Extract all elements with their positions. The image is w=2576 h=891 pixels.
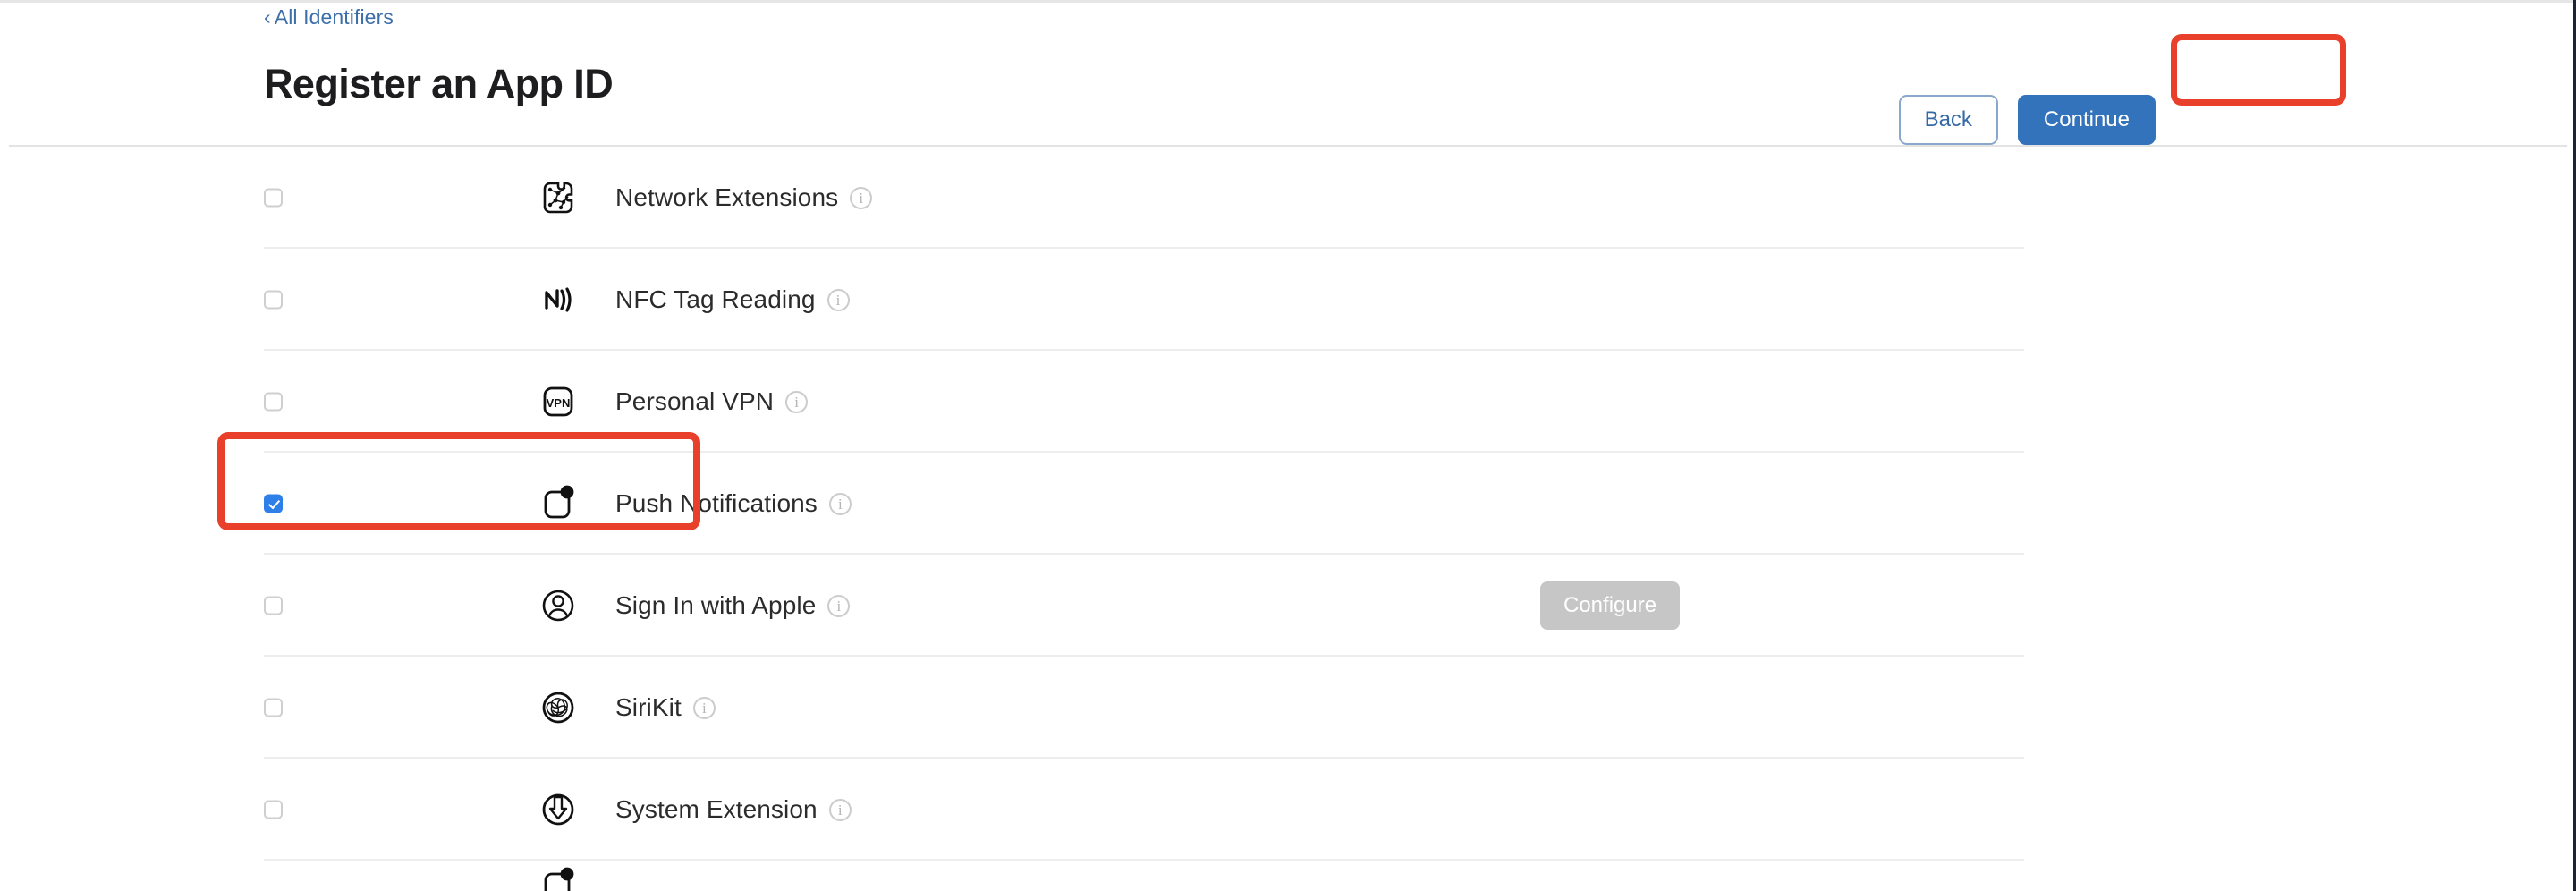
checkbox-sign-in-with-apple[interactable] <box>264 596 283 615</box>
continue-button[interactable]: Continue <box>2017 95 2156 145</box>
capability-row-personal-vpn[interactable]: VPN Personal VPN i <box>0 351 2573 453</box>
checkbox-network-extensions[interactable] <box>264 188 283 208</box>
checkbox-personal-vpn[interactable] <box>264 392 283 412</box>
top-hairline <box>0 0 2573 3</box>
info-icon[interactable]: i <box>692 696 716 719</box>
configure-button[interactable]: Configure <box>1540 581 1681 630</box>
sign-in-with-apple-icon <box>535 582 581 629</box>
checkbox-system-extension[interactable] <box>264 800 283 819</box>
network-extensions-icon <box>535 174 581 221</box>
capability-checkbox-cell <box>264 188 283 208</box>
system-extension-icon <box>535 786 581 833</box>
capability-checkbox-cell <box>264 800 283 819</box>
configure-cell: Configure <box>1540 581 1681 630</box>
capability-label: Sign In with Apple <box>615 591 817 619</box>
capability-label: Network Extensions <box>615 183 839 211</box>
page-title: Register an App ID <box>264 61 614 106</box>
capability-checkbox-cell <box>264 698 283 717</box>
info-icon[interactable]: i <box>785 390 809 413</box>
checkbox-sirikit[interactable] <box>264 698 283 717</box>
capability-label-cell: Sign In with Apple i <box>615 591 851 620</box>
capability-label-cell: Push Notifications i <box>615 489 852 518</box>
capability-checkbox-cell <box>264 596 283 615</box>
chevron-left-icon: ‹ <box>264 5 271 29</box>
personal-vpn-icon: VPN <box>535 378 581 425</box>
capability-row-sign-in-with-apple[interactable]: Sign In with Apple i Configure <box>0 555 2573 657</box>
capabilities-list: Network Extensions i NFC Tag Reading i V… <box>0 147 2573 891</box>
capability-row-push-notifications[interactable]: Push Notifications i <box>0 453 2573 555</box>
info-icon[interactable]: i <box>827 594 851 617</box>
capability-row-sirikit[interactable]: SiriKit i <box>0 657 2573 759</box>
capability-row-nfc-tag-reading[interactable]: NFC Tag Reading i <box>0 249 2573 351</box>
svg-text:VPN: VPN <box>547 396 571 410</box>
capability-checkbox-cell <box>264 392 283 412</box>
breadcrumb-label: All Identifiers <box>274 5 394 29</box>
capability-row-system-extension[interactable]: System Extension i <box>0 759 2573 861</box>
partial-capability-icon <box>535 862 581 891</box>
capability-label: SiriKit <box>615 693 682 721</box>
register-app-id-page: ‹ All Identifiers Register an App ID Back… <box>0 0 2576 891</box>
capability-label-cell: Network Extensions i <box>615 183 873 212</box>
checkbox-push-notifications[interactable] <box>264 494 283 513</box>
checkbox-nfc-tag-reading[interactable] <box>264 290 283 310</box>
breadcrumb-all-identifiers[interactable]: ‹ All Identifiers <box>264 5 394 30</box>
back-button[interactable]: Back <box>1898 95 1998 145</box>
header-actions: Back Continue <box>1898 95 2156 145</box>
capability-label-cell: NFC Tag Reading i <box>615 285 850 314</box>
capability-label-cell: System Extension i <box>615 795 852 824</box>
capability-label: System Extension <box>615 795 818 823</box>
capability-row-partial[interactable] <box>0 861 2573 891</box>
capability-checkbox-cell <box>264 494 283 513</box>
info-icon[interactable]: i <box>826 288 850 311</box>
info-icon[interactable]: i <box>850 186 873 209</box>
info-icon[interactable]: i <box>828 492 852 515</box>
capability-label: Personal VPN <box>615 387 775 415</box>
capability-label-cell: Personal VPN i <box>615 387 809 416</box>
capability-label: Push Notifications <box>615 489 818 517</box>
capability-label: NFC Tag Reading <box>615 285 816 313</box>
capability-label-cell: SiriKit i <box>615 693 716 722</box>
push-notifications-icon <box>535 480 581 527</box>
info-icon[interactable]: i <box>828 798 852 821</box>
sirikit-icon <box>535 684 581 731</box>
nfc-tag-reading-icon <box>535 276 581 323</box>
capability-row-network-extensions[interactable]: Network Extensions i <box>0 147 2573 249</box>
capability-checkbox-cell <box>264 290 283 310</box>
page-header: Register an App ID Back Continue <box>0 39 2573 147</box>
